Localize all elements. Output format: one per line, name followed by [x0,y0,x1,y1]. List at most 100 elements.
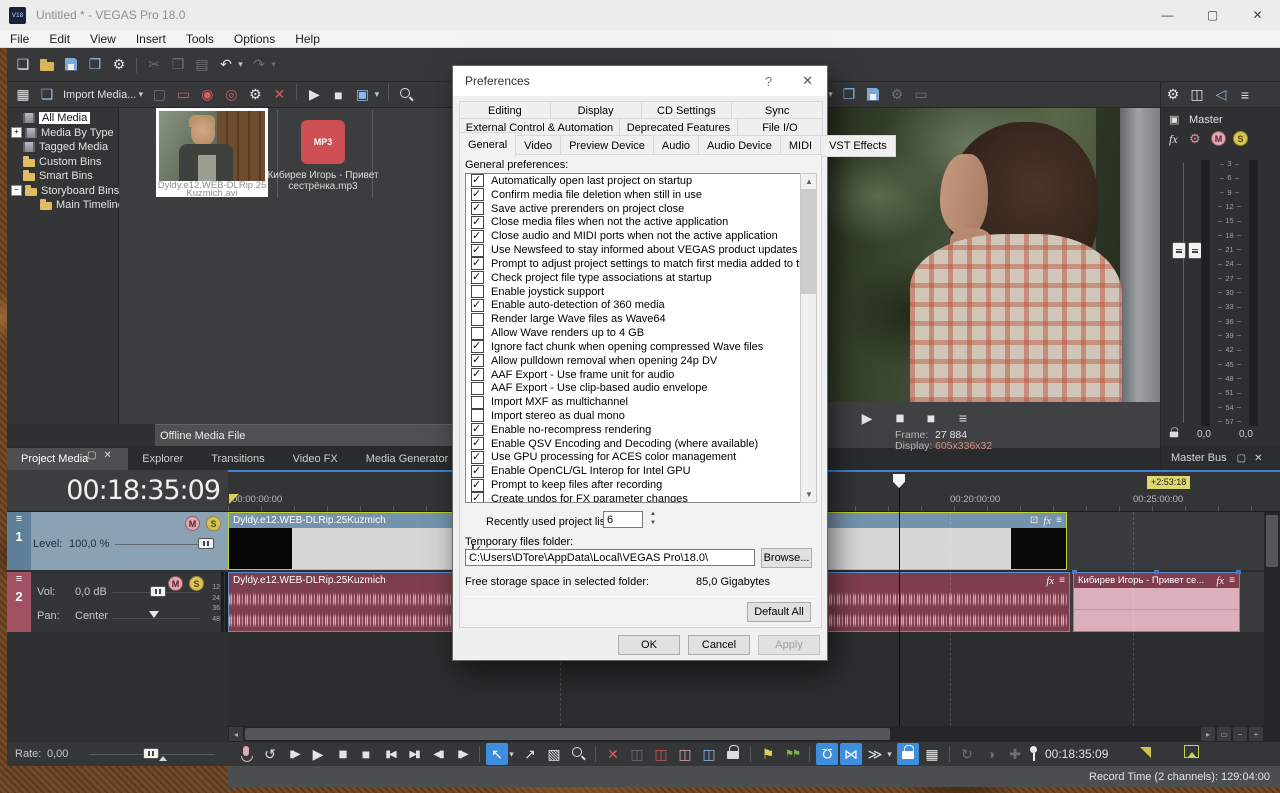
mixer-view-icon[interactable]: ≡ [1234,84,1256,106]
selection-edit-tool-button[interactable]: ▧ [543,743,565,765]
option-checkbox[interactable] [471,381,484,395]
option-checkbox[interactable] [471,243,484,257]
option-checkbox[interactable] [471,270,484,285]
preview-pause-button[interactable]: ▮▮ [888,407,910,429]
preference-option[interactable]: Import MXF as multichannel [466,395,816,409]
level-slider[interactable] [115,544,207,545]
menu-item[interactable]: Edit [39,30,80,48]
option-checkbox[interactable] [471,256,484,271]
cut-icon[interactable]: ✂ [143,54,165,76]
option-checkbox[interactable] [471,478,484,492]
temp-folder-input[interactable]: C:\Users\DTore\AppData\Local\VEGAS Pro\1… [465,549,755,566]
preference-option[interactable]: Enable OpenCL/GL Interop for Intel GPU [466,464,816,478]
master-mute-button[interactable]: M [1211,131,1226,146]
audio-event-2[interactable]: Кибирев Игорь - Привет се... fx ≡ [1072,570,1241,632]
option-checkbox[interactable] [471,285,484,299]
snap-button[interactable]: Ω [816,743,838,765]
preference-option[interactable]: Close media files when not the active ap… [466,215,816,229]
preview-stop-button[interactable]: ■ [920,407,942,429]
option-checkbox[interactable] [471,187,484,202]
preference-option[interactable]: Use GPU processing for ACES color manage… [466,450,816,465]
preference-option[interactable]: Enable joystick support [466,285,816,299]
master-properties-icon[interactable]: ⚙ [1162,84,1184,106]
preference-option[interactable]: AAF Export - Use frame unit for audio [466,367,816,382]
prerender-video-button[interactable]: ◑ [980,743,1002,765]
option-checkbox[interactable] [471,174,484,188]
option-checkbox[interactable] [471,367,484,381]
option-checkbox[interactable] [471,395,484,409]
panel-tab[interactable]: Video FX [279,448,352,470]
downmix-output-icon[interactable]: ◫ [1186,84,1208,106]
expander-icon[interactable]: + [11,127,22,139]
track-mute-button[interactable]: M [185,516,200,531]
play-button[interactable]: ▶ [307,743,329,765]
lock-fader-icon[interactable] [1166,426,1181,440]
lock-event-button[interactable] [722,743,744,765]
close-button[interactable]: ✕ [1235,0,1280,30]
cancel-button[interactable]: Cancel [688,635,750,655]
mixdown-audio-button[interactable]: ↻ [956,743,978,765]
event-menu-icon[interactable]: ≡ [1229,575,1235,586]
master-select-icon[interactable]: ▣ [1169,113,1179,126]
preference-option[interactable]: Create undos for FX parameter changes [466,491,816,502]
bin-item[interactable]: + Media By Type [7,126,118,141]
ok-button[interactable]: OK [618,635,680,655]
master-plugin-icon[interactable]: ⚙ [1189,131,1201,147]
options-scroll-thumb[interactable] [801,189,817,294]
track-strip[interactable]: ≡ 1 [7,512,31,570]
track-menu-icon[interactable]: ≡ [16,573,22,585]
spin-up-icon[interactable]: ▲ [647,511,659,520]
stop-button[interactable]: ■ [355,743,377,765]
track-menu-icon[interactable]: ≡ [16,513,22,525]
go-to-start-button[interactable]: ▮◀ [379,743,401,765]
recent-list-spinner[interactable]: ▲ ▼ [647,511,659,530]
save-snapshot-icon[interactable] [862,84,884,106]
preference-option[interactable]: Ignore fact chunk when opening compresse… [466,339,816,354]
event-fx-icon[interactable]: fx [1043,515,1051,527]
normal-edit-tool-button[interactable]: ↖ [486,743,508,765]
bin-item[interactable]: − Storyboard Bins [7,184,119,199]
preference-option[interactable]: Prompt to adjust project settings to mat… [466,256,816,271]
event-crop-icon[interactable]: ⊡ [1030,515,1038,526]
preference-option[interactable]: AAF Export - Use clip-based audio envelo… [466,381,816,395]
cursor-position-value[interactable]: 00:18:35:09 [1045,747,1108,761]
delete-button[interactable]: ✕ [602,743,624,765]
preference-option[interactable]: Enable no-recompress rendering [466,422,816,437]
bin-item[interactable]: Custom Bins [7,155,118,170]
preview-menu-button[interactable]: ≡ [952,407,974,429]
menu-item[interactable]: File [0,30,39,48]
stop-preview-icon[interactable]: ■ [327,84,349,106]
rate-slider-handle[interactable] [143,748,159,759]
media-item-audio[interactable]: MP3 Кибирев Игорь - Привет сестрёнка.mp3 [258,108,388,200]
previous-frame-button[interactable]: ◀▮ [427,743,449,765]
event-fx-icon[interactable]: fx [1046,575,1054,587]
pan-slider[interactable] [112,618,200,619]
bin-item[interactable]: All Media [7,111,118,126]
video-track-header[interactable]: ≡ 1 M S Level: 100,0 % [7,512,228,570]
envelope-point[interactable] [1072,570,1077,574]
horizontal-scrollbar[interactable]: ◂ ▸ ▭ − + [228,726,1264,742]
insert-marker-button[interactable]: ⚑ [757,743,779,765]
copy-snapshot-icon[interactable]: ❐ [838,84,860,106]
tab-close-icon[interactable]: ✕ [103,450,111,461]
vol-slider-handle[interactable] [150,586,166,597]
master-solo-button[interactable]: S [1233,131,1248,146]
preference-option[interactable]: Allow Wave renders up to 4 GB [466,326,816,340]
zoom-in-button[interactable]: + [1249,727,1263,741]
loop-start-marker[interactable] [229,494,239,504]
preference-option[interactable]: Check project file type associations at … [466,270,816,285]
preference-option[interactable]: Allow pulldown removal when opening 24p … [466,353,816,368]
preference-option[interactable]: Confirm media file deletion when still i… [466,187,816,202]
dialog-close-button[interactable]: ✕ [802,73,813,89]
loop-playback-button[interactable]: ↺ [259,743,281,765]
envelope-point[interactable] [1154,570,1159,574]
redo-icon[interactable]: ↷ [248,54,270,76]
external-monitor-icon[interactable]: ▭ [910,84,932,106]
master-fx-icon[interactable]: fx [1169,132,1178,147]
auto-ripple-button[interactable]: ≫ [864,743,886,765]
extract-audio-icon[interactable]: ◎ [220,84,242,106]
track-solo-button[interactable]: S [189,576,204,591]
event-fx-icon[interactable]: fx [1216,575,1224,587]
views-dropdown[interactable]: ▾ [371,84,382,106]
dim-output-icon[interactable]: ◁ [1210,84,1232,106]
